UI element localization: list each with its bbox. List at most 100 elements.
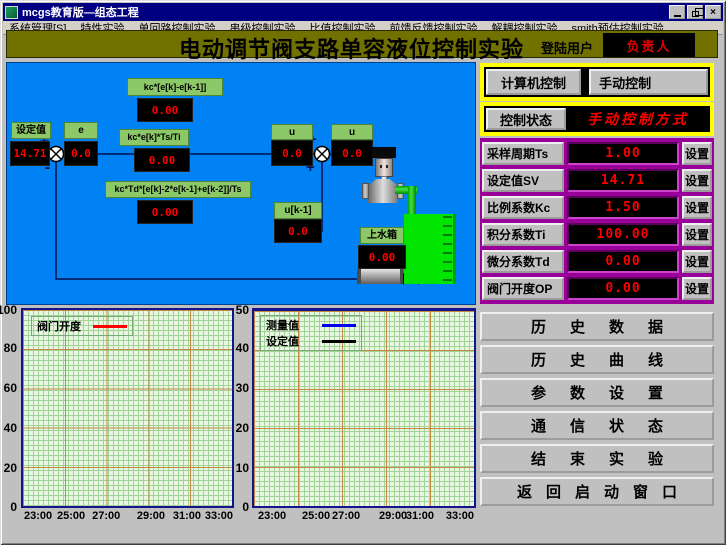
- y-tick: 0: [10, 500, 17, 514]
- mcgs-window: mcgs教育版—组态工程 × 系统管理[S] 特性实验 单回路控制实验 串级控制…: [0, 0, 726, 545]
- param-value-display: 1.50: [567, 196, 679, 219]
- u2-label: u: [331, 124, 373, 140]
- close-button[interactable]: ×: [705, 5, 721, 19]
- y-tick: 40: [235, 341, 249, 355]
- control-mode-box: 计算机控制 手动控制: [480, 63, 714, 101]
- error-label: e: [64, 122, 98, 139]
- x-axis: 23:00 25:00 27:00 29:00 31:00 33:00: [21, 510, 234, 526]
- app-icon: [5, 5, 18, 19]
- y-tick: 30: [235, 381, 249, 395]
- param-row-ti: 积分系数Ti 100.00 设置: [480, 223, 714, 246]
- login-user-label: 登陆用户: [541, 41, 594, 56]
- param-value-display: 1.00: [567, 142, 679, 165]
- i-term-value: 0.00: [134, 148, 190, 172]
- x-tick: 29:00: [379, 510, 408, 522]
- plot-area: 测量值 设定值: [252, 308, 476, 508]
- plot-area: 阀门开度: [21, 308, 234, 508]
- upper-water-tank: [404, 214, 456, 284]
- communication-status-button[interactable]: 通信状态: [480, 411, 714, 440]
- i-term-label: kc*e[k]*Ts/Ti: [119, 129, 189, 146]
- y-tick: 60: [3, 381, 17, 395]
- x-tick: 33:00: [445, 510, 474, 522]
- param-row-kc: 比例系数Kc 1.50 设置: [480, 196, 714, 219]
- param-set-button[interactable]: 设置: [682, 250, 712, 273]
- setpoint-value: 14.71: [10, 141, 50, 166]
- computer-control-button[interactable]: 计算机控制: [486, 69, 582, 95]
- u1-value: 0.0: [271, 140, 313, 166]
- control-status-display: 手动控制方式: [572, 106, 704, 132]
- param-value-display: 100.00: [567, 223, 679, 246]
- parameter-setting-button[interactable]: 参数设置: [480, 378, 714, 407]
- x-tick: 25:00: [302, 510, 331, 522]
- param-label-button[interactable]: 微分系数Td: [482, 250, 564, 273]
- chart-legend: 阀门开度: [31, 316, 133, 336]
- y-tick: 20: [3, 461, 17, 475]
- param-label-button[interactable]: 比例系数Kc: [482, 196, 564, 219]
- param-label-button[interactable]: 阀门开度OP: [482, 277, 564, 300]
- history-curve-button[interactable]: 历史曲线: [480, 345, 714, 374]
- x-tick: 23:00: [258, 510, 287, 522]
- param-value-display: 14.71: [567, 169, 679, 192]
- restore-button[interactable]: [687, 5, 704, 19]
- param-row-ts: 采样周期Ts 1.00 设置: [480, 142, 714, 165]
- control-status-button[interactable]: 控制状态: [486, 108, 566, 130]
- param-label-button[interactable]: 采样周期Ts: [482, 142, 564, 165]
- minimize-button[interactable]: [669, 5, 685, 19]
- legend-line-red: [93, 324, 127, 328]
- tank-label: 上水箱: [360, 227, 404, 244]
- setpoint-label: 设定值: [11, 122, 51, 139]
- x-tick: 23:00: [24, 510, 53, 522]
- parameter-panel: 采样周期Ts 1.00 设置 设定值SV 14.71 设置 比例系数Kc 1.5…: [480, 138, 714, 304]
- level-trend-chart: 50 40 30 20 10 0 测量值 设定值 23:00 25:00 27:: [235, 303, 478, 542]
- y-tick: 0: [242, 500, 249, 514]
- y-tick: 40: [3, 421, 17, 435]
- x-axis: 23:00 25:00 27:00 29:00 31:00 33:00: [252, 510, 476, 526]
- valve-body: [368, 179, 398, 203]
- tank-scale-ruler: [443, 216, 452, 282]
- history-data-button[interactable]: 历史数据: [480, 312, 714, 341]
- y-tick: 20: [235, 421, 249, 435]
- d-term-value: 0.00: [137, 200, 193, 224]
- y-tick: 100: [0, 303, 17, 317]
- banner: 电动调节阀支路单容液位控制实验 登陆用户 负责人: [6, 30, 718, 62]
- y-tick: 50: [235, 303, 249, 317]
- legend-line-black: [322, 339, 356, 343]
- param-set-button[interactable]: 设置: [682, 277, 712, 300]
- x-tick: 29:00: [136, 510, 165, 522]
- control-status-box: 控制状态 手动控制方式: [480, 102, 714, 136]
- pump: [357, 269, 403, 284]
- close-icon: ×: [710, 6, 716, 18]
- x-tick: 31:00: [405, 510, 434, 522]
- x-tick: 27:00: [92, 510, 121, 522]
- param-value-display: 0.00: [567, 277, 679, 300]
- manual-control-button[interactable]: 手动控制: [589, 69, 708, 95]
- param-row-td: 微分系数Td 0.00 设置: [480, 250, 714, 273]
- param-set-button[interactable]: 设置: [682, 196, 712, 219]
- legend-label: 阀门开度: [37, 321, 81, 333]
- param-row-op: 阀门开度OP 0.00 设置: [480, 277, 714, 300]
- legend-line-blue: [322, 323, 356, 327]
- window-title: mcgs教育版—组态工程: [22, 7, 139, 19]
- login-user-display: 负责人: [603, 33, 695, 57]
- valve-indicator-dot: [386, 165, 388, 168]
- param-label-button[interactable]: 积分系数Ti: [482, 223, 564, 246]
- valve-motor-cap: [372, 147, 396, 158]
- x-tick: 25:00: [57, 510, 86, 522]
- valve-opening-trend-chart: 100 80 60 40 20 0 阀门开度 23:00 25:00 27:00…: [0, 303, 240, 542]
- valve-actuator: [375, 158, 393, 177]
- param-set-button[interactable]: 设置: [682, 169, 712, 192]
- param-set-button[interactable]: 设置: [682, 223, 712, 246]
- pid-block-diagram: + - + + 设定值 14.71 e 0.0 kc*[e[k]-e[k-1]]…: [6, 62, 476, 305]
- param-label-button[interactable]: 设定值SV: [482, 169, 564, 192]
- param-set-button[interactable]: 设置: [682, 142, 712, 165]
- end-experiment-button[interactable]: 结束实验: [480, 444, 714, 473]
- valve-indicator-dot: [380, 165, 382, 168]
- u2-value: 0.0: [331, 140, 373, 166]
- y-axis-left: 100 80 60 40 20 0: [0, 303, 20, 514]
- legend-label: 设定值: [266, 336, 299, 348]
- legend-label: 测量值: [266, 320, 299, 332]
- return-start-window-button[interactable]: 返回启动窗口: [480, 477, 714, 506]
- title-bar: mcgs教育版—组态工程 ×: [3, 3, 723, 21]
- d-term-label: kc*Td*[e[k]-2*e[k-1]+e[k-2]]/Ts: [105, 181, 251, 198]
- tank-level-value: 0.00: [358, 245, 406, 269]
